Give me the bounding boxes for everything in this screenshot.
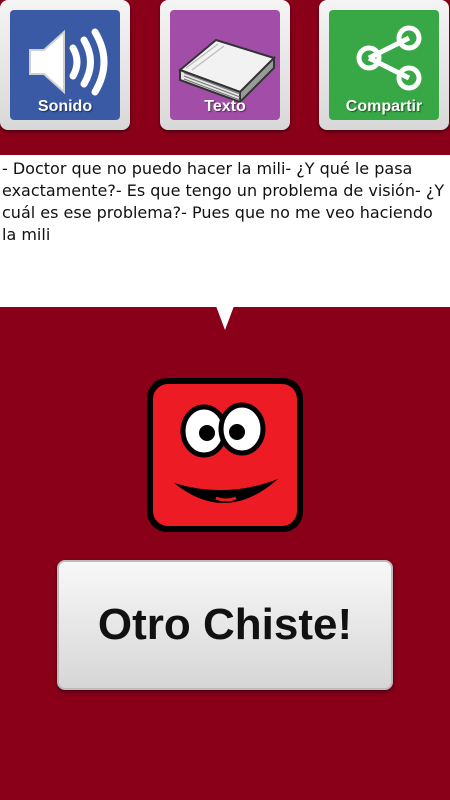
share-button-label: Compartir bbox=[345, 98, 423, 115]
mascot-face-icon bbox=[147, 378, 303, 532]
text-button-label: Texto bbox=[204, 98, 246, 115]
share-tile-face: Compartir bbox=[329, 10, 439, 120]
text-tile-face: Texto bbox=[170, 10, 280, 120]
speech-bubble-tail bbox=[216, 306, 234, 330]
top-action-bar: Sonido Texto Compartir bbox=[0, 0, 450, 155]
share-button[interactable]: Compartir bbox=[319, 0, 449, 130]
joke-panel: - Doctor que no puedo hacer la mili- ¿Y … bbox=[0, 155, 450, 307]
next-joke-button-label: Otro Chiste! bbox=[97, 600, 353, 649]
next-joke-button[interactable]: Otro Chiste! bbox=[57, 560, 393, 690]
sound-button[interactable]: Sonido bbox=[0, 0, 130, 130]
text-button[interactable]: Texto bbox=[160, 0, 290, 130]
sound-button-label: Sonido bbox=[37, 98, 93, 115]
sound-tile-face: Sonido bbox=[10, 10, 120, 120]
joke-text: - Doctor que no puedo hacer la mili- ¿Y … bbox=[2, 159, 445, 244]
